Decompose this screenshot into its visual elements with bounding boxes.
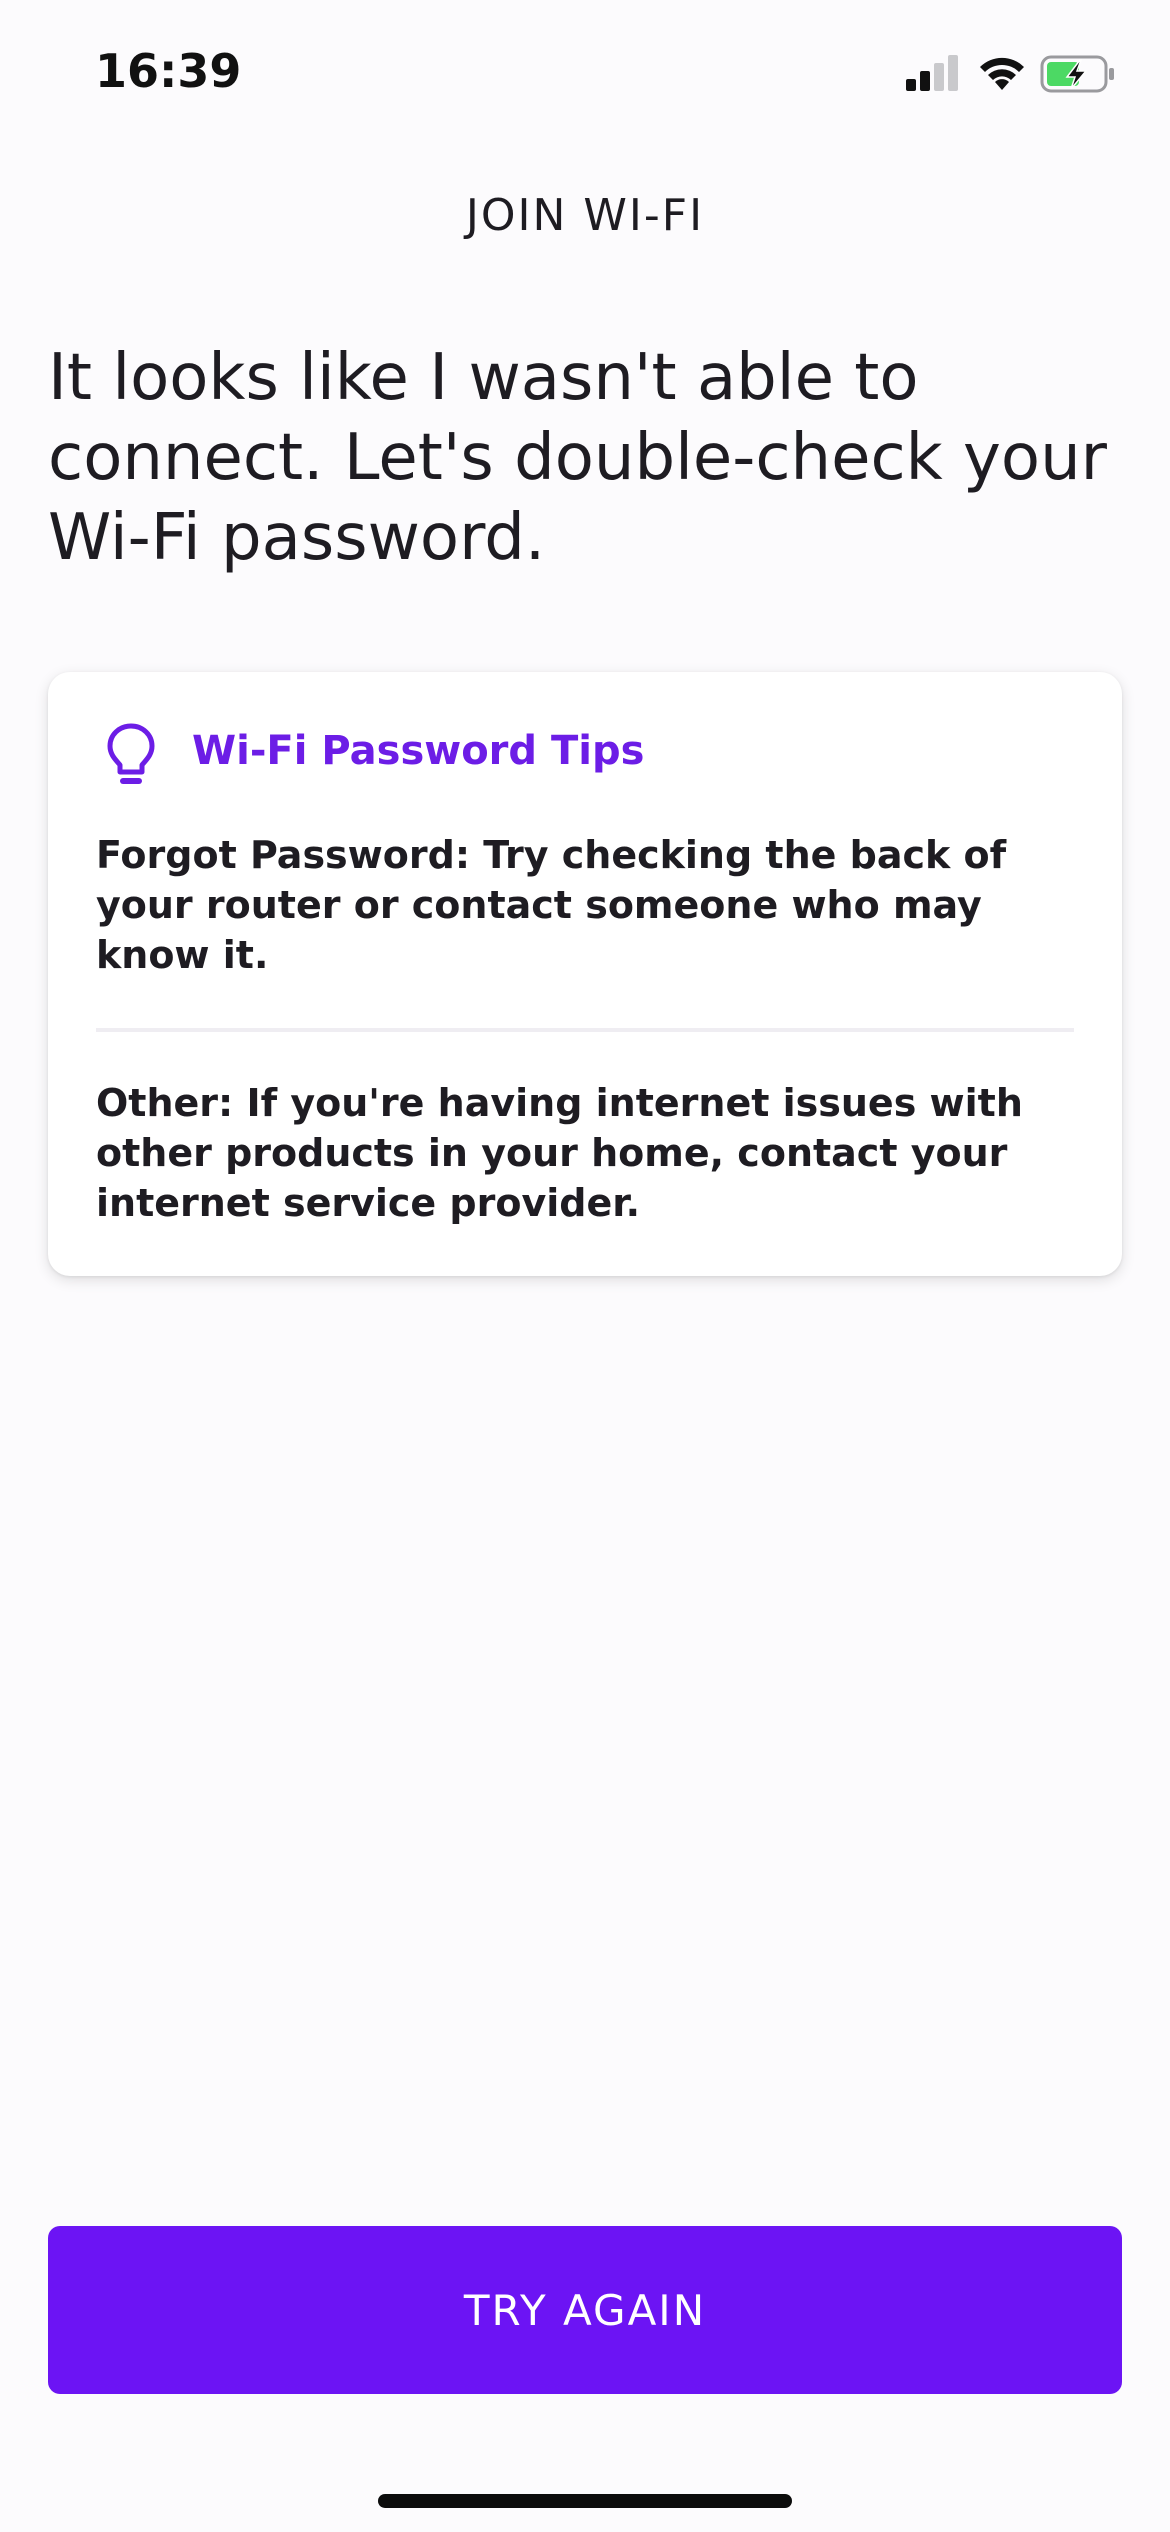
- home-indicator: [378, 2494, 792, 2508]
- tip-other: Other: If you're having internet issues …: [96, 1081, 1023, 1225]
- wifi-icon: [980, 57, 1024, 90]
- tips-title: Wi-Fi Password Tips: [192, 728, 645, 774]
- status-time: 16:39: [95, 44, 242, 98]
- page-title: JOIN WI-FI: [465, 190, 705, 241]
- tip-forgot-password: Forgot Password: Try checking the back o…: [96, 833, 1007, 977]
- connection-error-message: It looks like I wasn't able to connect. …: [48, 341, 1107, 575]
- status-bar: 16:39: [0, 0, 1170, 150]
- tip-divider: [96, 1028, 1074, 1032]
- battery-charging-icon: [1040, 55, 1114, 93]
- try-again-button[interactable]: TRY AGAIN: [48, 2226, 1122, 2394]
- lightbulb-icon: [107, 723, 155, 784]
- wifi-password-tips-card: Wi-Fi Password Tips Forgot Password: Try…: [48, 672, 1122, 1276]
- cellular-signal-icon: [906, 55, 958, 91]
